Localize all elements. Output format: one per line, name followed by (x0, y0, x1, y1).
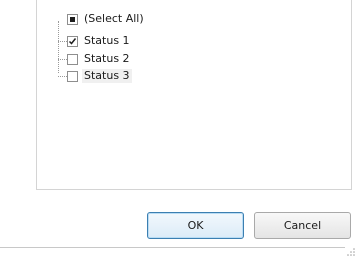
status-1-label: Status 1 (84, 34, 130, 47)
filter-dialog: (Select All) Status 1 Status 2 Status 3 … (0, 0, 357, 258)
select-all-checkbox[interactable] (67, 13, 78, 25)
select-all-label: (Select All) (84, 12, 144, 25)
ok-button[interactable]: OK (147, 212, 244, 239)
tree-branch (58, 40, 67, 42)
status-1-checkbox[interactable] (67, 35, 78, 47)
status-2-label: Status 2 (84, 52, 130, 65)
list-item-status-2[interactable]: Status 2 (37, 51, 132, 67)
footer-divider (0, 247, 345, 248)
tree-branch (58, 58, 67, 60)
filter-list: (Select All) Status 1 Status 2 Status 3 (36, 0, 352, 190)
list-item-select-all[interactable]: (Select All) (37, 11, 146, 27)
status-3-label: Status 3 (82, 69, 132, 83)
tree-branch (58, 75, 67, 77)
status-3-checkbox[interactable] (67, 70, 78, 82)
resize-grip-icon[interactable] (347, 248, 355, 256)
list-item-status-3[interactable]: Status 3 (37, 68, 132, 84)
cancel-button[interactable]: Cancel (254, 212, 351, 239)
status-2-checkbox[interactable] (67, 53, 78, 65)
checkmark-icon (68, 37, 77, 45)
list-item-status-1[interactable]: Status 1 (37, 33, 132, 49)
